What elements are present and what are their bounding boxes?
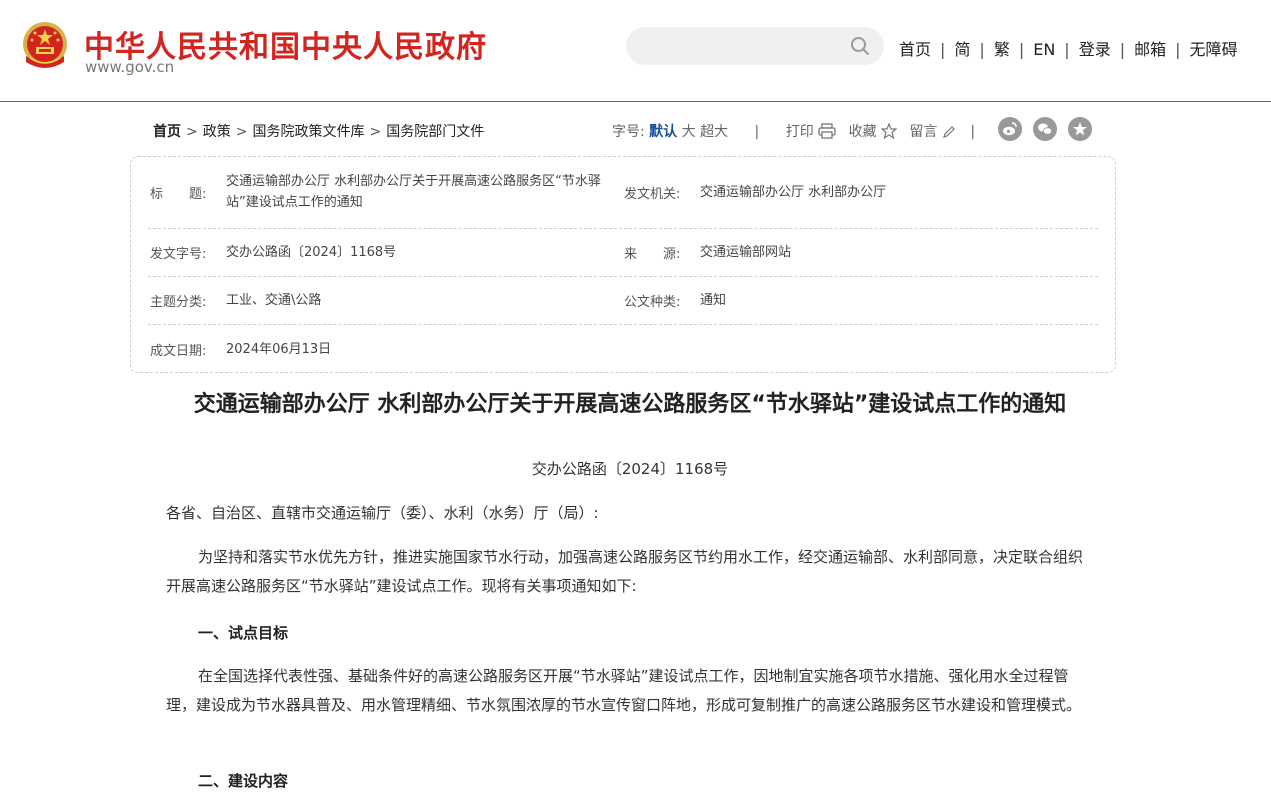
nav-home[interactable]: 首页	[899, 40, 931, 59]
breadcrumb-policy-library[interactable]: 国务院政策文件库	[252, 124, 364, 140]
paragraph-goal: 在全国选择代表性强、基础条件好的高速公路服务区开展“节水驿站”建设试点工作，因地…	[166, 667, 1082, 714]
article-tools: 字号: 默认 大 超大 | 打印 收藏 留言 |	[612, 121, 983, 141]
search-icon[interactable]	[850, 36, 870, 56]
font-size-default[interactable]: 默认	[649, 124, 677, 140]
breadcrumb-separator: >	[186, 124, 198, 140]
print-label: 打印	[785, 124, 814, 140]
print-button[interactable]: 打印	[785, 123, 841, 140]
breadcrumb-separator: >	[369, 124, 382, 140]
nav-separator: |	[940, 40, 946, 59]
comment-button[interactable]: 留言	[910, 124, 961, 140]
printer-icon	[818, 123, 836, 139]
comment-label: 留言	[909, 124, 938, 140]
docnum-value: 交办公路函〔2024〕1168号	[226, 245, 397, 260]
nav-separator: |	[1064, 40, 1070, 59]
type-label: 公文种类:	[624, 295, 681, 310]
article-title: 交通运输部办公厅 水利部办公厅关于开展高速公路服务区“节水驿站”建设试点工作的通…	[193, 392, 1067, 417]
national-emblem-icon[interactable]	[20, 20, 70, 74]
breadcrumb-home[interactable]: 首页	[153, 124, 181, 140]
salutation: 各省、自治区、直辖市交通运输厅（委）、水利（水务）厅（局）:	[166, 504, 599, 522]
article-docnum: 交办公路函〔2024〕1168号	[531, 460, 729, 478]
weibo-share-button[interactable]	[998, 117, 1022, 141]
issuer-value: 交通运输部办公厅 水利部办公厅	[700, 185, 887, 200]
tools-separator: |	[970, 124, 976, 140]
tools-separator: |	[754, 124, 760, 140]
topic-value: 工业、交通\公路	[226, 293, 322, 308]
nav-separator: |	[1018, 40, 1025, 59]
nav-simplified[interactable]: 简	[954, 40, 970, 59]
star-icon	[1073, 122, 1087, 136]
title-value: 交通运输部办公厅 水利部办公厅关于开展高速公路服务区“节水驿站”建设试点工作的通…	[226, 174, 601, 210]
info-row: 主题分类: 工业、交通\公路 公文种类: 通知	[148, 277, 1098, 325]
nav-accessibility[interactable]: 无障碍	[1190, 40, 1238, 59]
info-row: 成文日期: 2024年06月13日	[148, 325, 1098, 371]
breadcrumb-department-docs[interactable]: 国务院部门文件	[386, 124, 484, 140]
pencil-icon	[943, 126, 955, 138]
top-nav: 首页 | 简 | 繁 | EN | 登录 | 邮箱 | 无障碍	[899, 36, 1238, 60]
nav-mailbox[interactable]: 邮箱	[1134, 40, 1166, 59]
document-info-card: 标 题: 交通运输部办公厅 水利部办公厅关于开展高速公路服务区“节水驿站”建设试…	[130, 156, 1116, 373]
breadcrumb-separator: >	[235, 124, 248, 140]
nav-separator: |	[1119, 40, 1126, 59]
nav-traditional[interactable]: 繁	[994, 40, 1010, 59]
nav-english[interactable]: EN	[1033, 40, 1055, 59]
title-label: 标 题:	[150, 187, 207, 202]
favorite-button[interactable]: 收藏	[848, 123, 902, 140]
nav-separator: |	[1175, 40, 1181, 59]
section-heading: 二、建设内容	[198, 772, 289, 790]
info-row: 发文字号: 交办公路函〔2024〕1168号 来 源: 交通运输部网站	[148, 229, 1098, 277]
date-label: 成文日期:	[150, 344, 207, 359]
favorite-share-button[interactable]	[1068, 117, 1092, 141]
nav-login[interactable]: 登录	[1079, 40, 1111, 59]
site-url: www.gov.cn	[85, 58, 175, 76]
source-label: 来 源:	[624, 247, 681, 262]
site-header: 中华人民共和国中央人民政府 www.gov.cn 首页 | 简 | 繁 | EN | 登录 | 邮箱…	[0, 0, 1271, 102]
source-value: 交通运输部网站	[700, 245, 792, 260]
favorite-label: 收藏	[848, 124, 877, 140]
weibo-icon	[1003, 122, 1017, 136]
search-input[interactable]	[642, 27, 846, 67]
wechat-share-button[interactable]	[1033, 117, 1057, 141]
paragraph-intro: 为坚持和落实节水优先方针，推进实施国家节水行动，加强高速公路服务区节约用水工作，…	[166, 548, 1084, 595]
nav-separator: |	[979, 40, 985, 59]
breadcrumb-policy[interactable]: 政策	[203, 124, 231, 140]
issuer-label: 发文机关:	[624, 187, 681, 202]
breadcrumb: 首页 > 政策 > 国务院政策文件库 > 国务院部门文件	[153, 121, 484, 141]
date-value: 2024年06月13日	[226, 342, 332, 357]
docnum-label: 发文字号:	[150, 247, 207, 262]
wechat-icon	[1038, 123, 1053, 135]
info-row: 标 题: 交通运输部办公厅 水利部办公厅关于开展高速公路服务区“节水驿站”建设试…	[148, 157, 1098, 229]
font-size-xlarge[interactable]: 超大	[700, 124, 728, 140]
search-box	[626, 27, 884, 67]
font-size-label: 字号:	[612, 124, 645, 140]
star-outline-icon	[881, 123, 898, 139]
font-size-large[interactable]: 大	[682, 124, 696, 140]
section-heading: 一、试点目标	[198, 624, 289, 642]
type-value: 通知	[700, 293, 727, 308]
topic-label: 主题分类:	[150, 295, 207, 310]
